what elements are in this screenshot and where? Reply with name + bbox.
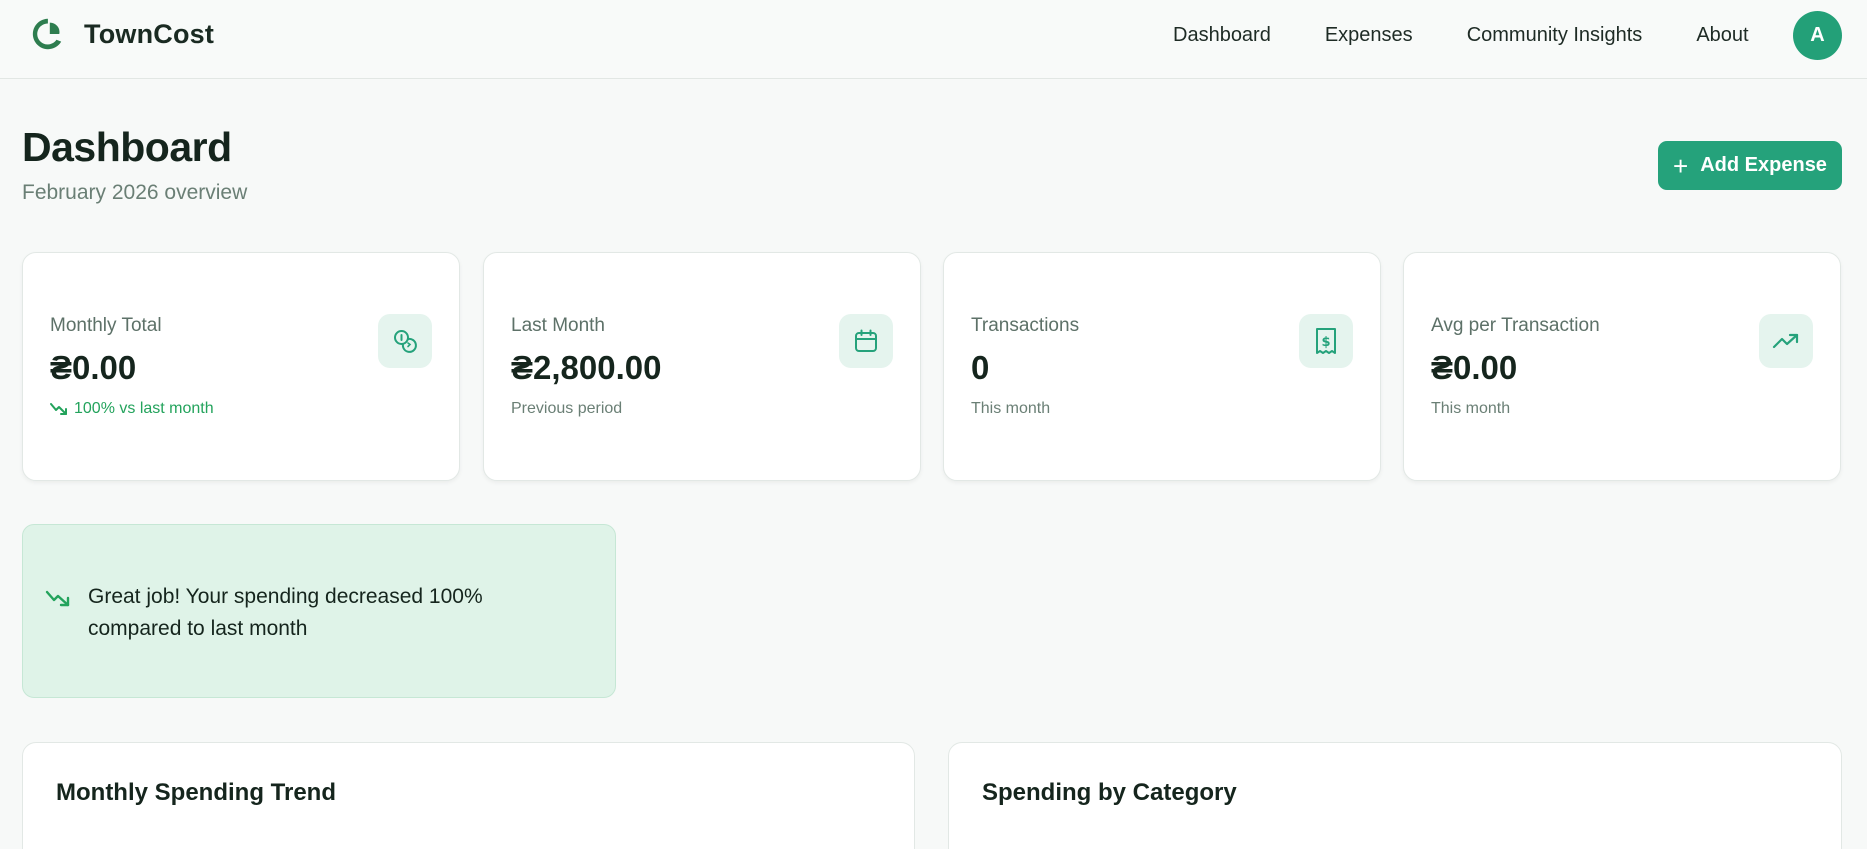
app-name: TownCost	[84, 18, 215, 49]
add-expense-button[interactable]: + Add Expense	[1658, 141, 1842, 190]
nav-dashboard[interactable]: Dashboard	[1173, 22, 1271, 48]
stat-note: This month	[1431, 400, 1511, 417]
stat-note: This month	[971, 400, 1051, 417]
nav-community-insights[interactable]: Community Insights	[1467, 22, 1643, 48]
monthly-spending-trend-panel: Monthly Spending Trend	[22, 742, 915, 849]
page-subtitle: February 2026 overview	[22, 181, 248, 204]
stat-label: Transactions	[971, 315, 1080, 336]
trending-down-icon	[50, 403, 67, 415]
panel-title: Monthly Spending Trend	[56, 779, 336, 806]
main-nav: Dashboard Expenses Community Insights Ab…	[1173, 22, 1749, 48]
logo-icon	[32, 18, 62, 50]
svg-text:$: $	[1321, 335, 1330, 350]
stat-card-transactions: Transactions 0 This month $	[943, 252, 1381, 481]
stat-label: Avg per Transaction	[1431, 315, 1600, 336]
page-title: Dashboard	[22, 124, 232, 170]
alert-message: Great job! Your spending decreased 100% …	[88, 585, 483, 640]
add-expense-label: Add Expense	[1700, 154, 1827, 176]
stat-value: ₴0.00	[1431, 349, 1518, 386]
calendar-icon	[839, 314, 893, 368]
stat-value: ₴2,800.00	[511, 349, 662, 386]
top-navbar: TownCost Dashboard Expenses Community In…	[0, 0, 1867, 79]
stat-card-avg-transaction: Avg per Transaction ₴0.00 This month	[1403, 252, 1841, 481]
stat-card-last-month: Last Month ₴2,800.00 Previous period	[483, 252, 921, 481]
plus-icon: +	[1673, 150, 1689, 181]
stat-card-monthly-total: Monthly Total ₴0.00 100% vs last month	[22, 252, 460, 481]
trending-down-icon	[45, 590, 70, 607]
spending-by-category-panel: Spending by Category	[948, 742, 1842, 849]
trending-up-icon	[1759, 314, 1813, 368]
stat-label: Last Month	[511, 315, 605, 336]
panel-title: Spending by Category	[982, 779, 1237, 806]
stat-change: 100% vs last month	[50, 400, 214, 418]
user-avatar[interactable]: A	[1793, 11, 1842, 60]
nav-expenses[interactable]: Expenses	[1325, 22, 1413, 48]
stat-value: 0	[971, 349, 990, 386]
stat-change-text: 100% vs last month	[74, 400, 214, 417]
coins-icon	[378, 314, 432, 368]
stat-value: ₴0.00	[50, 349, 137, 386]
stat-label: Monthly Total	[50, 315, 162, 336]
spending-alert: Great job! Your spending decreased 100% …	[22, 524, 616, 698]
nav-about[interactable]: About	[1696, 22, 1748, 48]
stat-note: Previous period	[511, 400, 623, 417]
receipt-icon: $	[1299, 314, 1353, 368]
brand[interactable]: TownCost	[27, 14, 214, 54]
